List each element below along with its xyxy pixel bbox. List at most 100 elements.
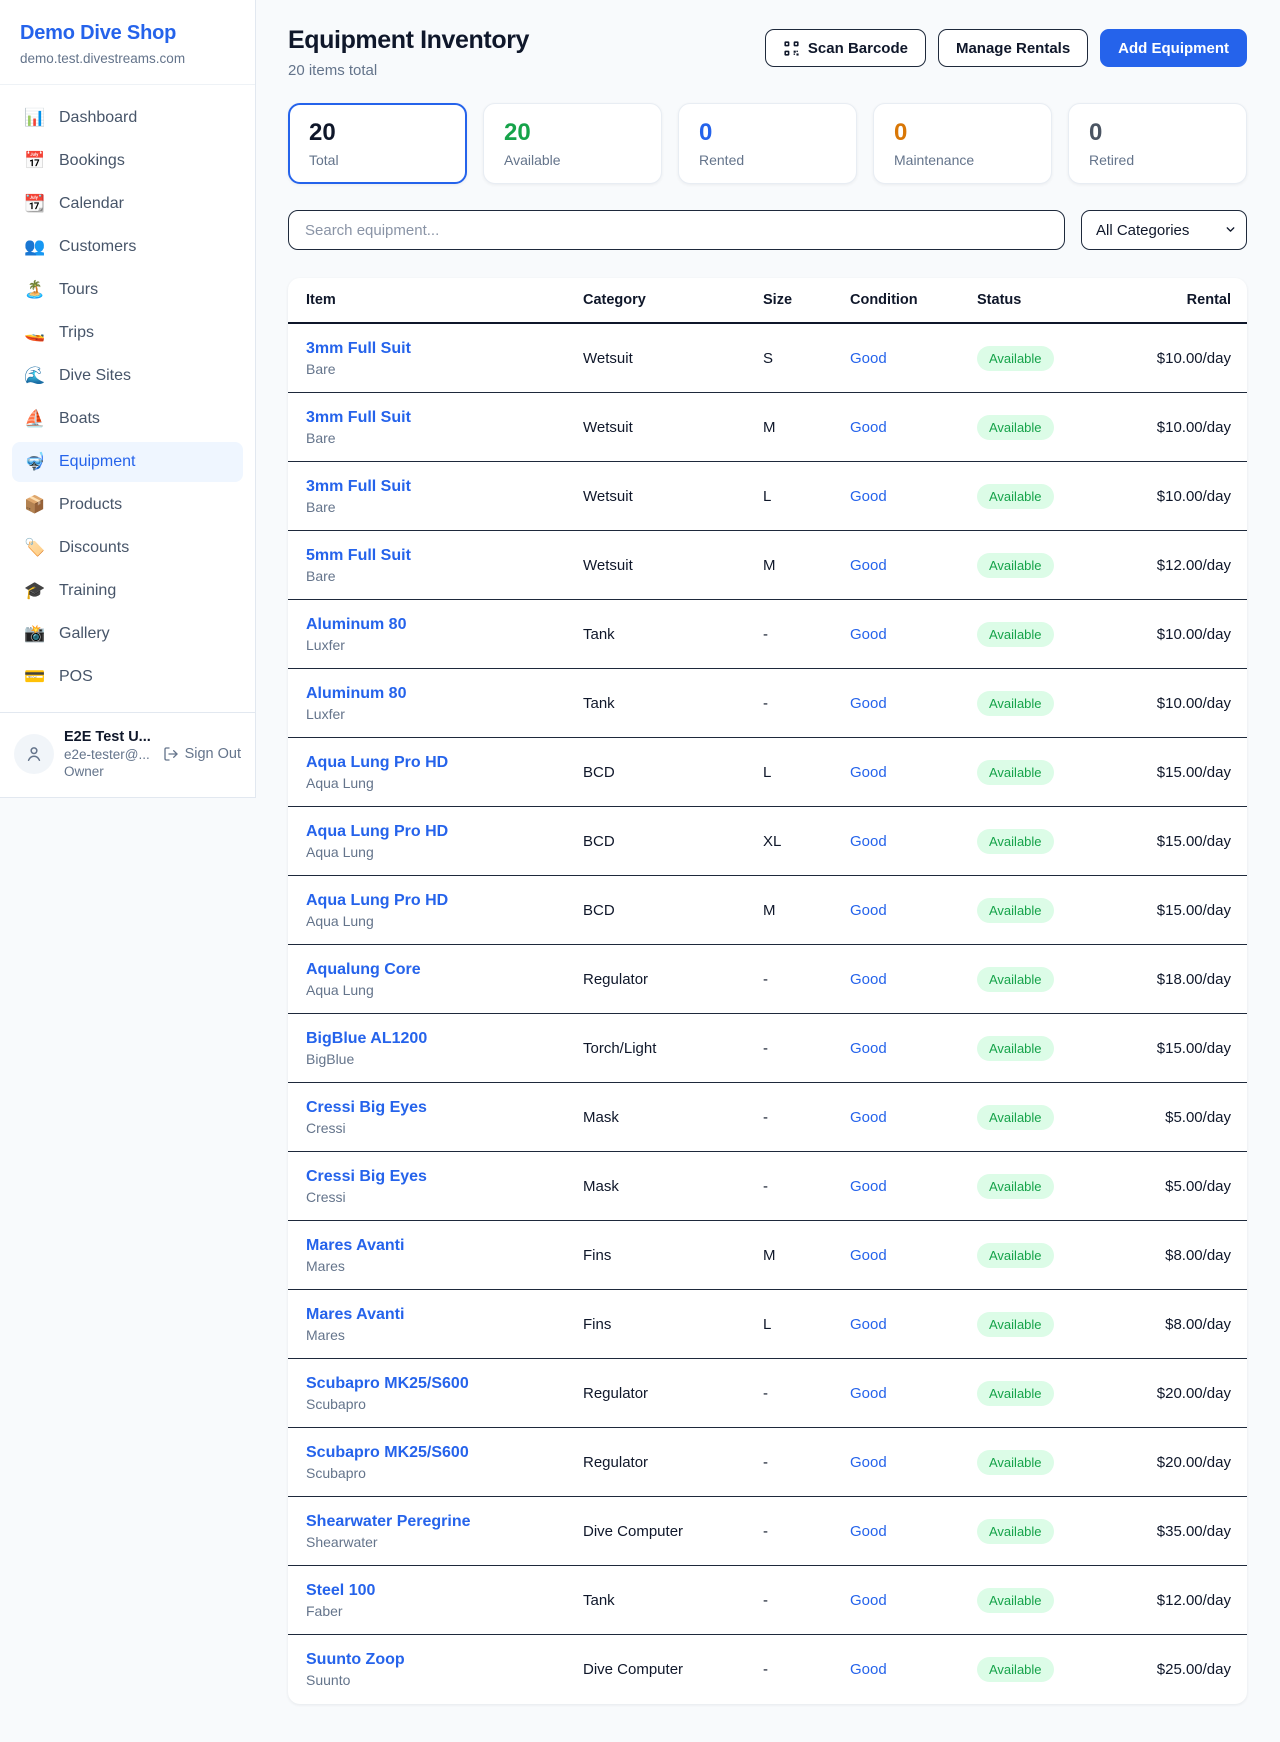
cell-category: BCD	[583, 902, 763, 919]
condition-link[interactable]: Good	[850, 695, 977, 712]
item-name-link[interactable]: Cressi Big Eyes	[306, 1099, 583, 1117]
stat-card[interactable]: 20 Available	[483, 103, 662, 184]
condition-link[interactable]: Good	[850, 1454, 977, 1471]
sidebar-item[interactable]: 🚤 Trips	[12, 313, 243, 353]
item-brand: Aqua Lung	[306, 844, 583, 860]
scan-barcode-button[interactable]: Scan Barcode	[765, 29, 926, 67]
condition-link[interactable]: Good	[850, 1178, 977, 1195]
item-name-link[interactable]: Scubapro MK25/S600	[306, 1375, 583, 1393]
sidebar-item[interactable]: ⛵ Boats	[12, 399, 243, 439]
table-row: Scubapro MK25/S600 Scubapro Regulator - …	[288, 1359, 1247, 1428]
sidebar-item[interactable]: 🎓 Training	[12, 571, 243, 611]
cell-rental: $10.00/day	[1127, 350, 1231, 367]
condition-link[interactable]: Good	[850, 488, 977, 505]
item-name-link[interactable]: 3mm Full Suit	[306, 409, 583, 427]
condition-link[interactable]: Good	[850, 557, 977, 574]
condition-link[interactable]: Good	[850, 1385, 977, 1402]
condition-link[interactable]: Good	[850, 626, 977, 643]
condition-link[interactable]: Good	[850, 1523, 977, 1540]
sidebar-item-icon: 📅	[24, 151, 46, 171]
item-name-link[interactable]: Aqua Lung Pro HD	[306, 754, 583, 772]
cell-category: Tank	[583, 1592, 763, 1609]
column-header-item: Item	[306, 292, 583, 308]
user-info: E2E Test U... e2e-tester@... Owner	[64, 729, 153, 779]
avatar	[14, 734, 54, 774]
sidebar-item-icon: 🤿	[24, 452, 46, 472]
condition-link[interactable]: Good	[850, 1316, 977, 1333]
item-name-link[interactable]: Mares Avanti	[306, 1306, 583, 1324]
cell-category: Wetsuit	[583, 350, 763, 367]
item-name-link[interactable]: Cressi Big Eyes	[306, 1168, 583, 1186]
search-input[interactable]	[288, 210, 1065, 250]
condition-link[interactable]: Good	[850, 1592, 977, 1609]
item-name-link[interactable]: Aqua Lung Pro HD	[306, 823, 583, 841]
item-name-link[interactable]: Shearwater Peregrine	[306, 1513, 583, 1531]
item-name-link[interactable]: Mares Avanti	[306, 1237, 583, 1255]
sidebar-item[interactable]: 🏝️ Tours	[12, 270, 243, 310]
condition-link[interactable]: Good	[850, 350, 977, 367]
sidebar-item[interactable]: 📅 Bookings	[12, 141, 243, 181]
sidebar-item[interactable]: 📦 Products	[12, 485, 243, 525]
item-name-link[interactable]: Aqua Lung Pro HD	[306, 892, 583, 910]
item-name-link[interactable]: Steel 100	[306, 1582, 583, 1600]
status-cell: Available	[977, 415, 1127, 440]
item-cell: Suunto Zoop Suunto	[306, 1651, 583, 1688]
sidebar-item[interactable]: 🌊 Dive Sites	[12, 356, 243, 396]
cell-size: L	[763, 488, 850, 505]
sidebar-item[interactable]: 📸 Gallery	[12, 614, 243, 654]
status-cell: Available	[977, 1312, 1127, 1337]
condition-link[interactable]: Good	[850, 1661, 977, 1678]
item-name-link[interactable]: Scubapro MK25/S600	[306, 1444, 583, 1462]
status-cell: Available	[977, 1519, 1127, 1544]
item-name-link[interactable]: Suunto Zoop	[306, 1651, 583, 1669]
condition-link[interactable]: Good	[850, 1040, 977, 1057]
item-name-link[interactable]: BigBlue AL1200	[306, 1030, 583, 1048]
table-row: Aqua Lung Pro HD Aqua Lung BCD XL Good A…	[288, 807, 1247, 876]
item-brand: Scubapro	[306, 1465, 583, 1481]
status-badge: Available	[977, 1036, 1054, 1061]
status-cell: Available	[977, 898, 1127, 923]
status-badge: Available	[977, 760, 1054, 785]
item-brand: Bare	[306, 361, 583, 377]
stat-card[interactable]: 20 Total	[288, 103, 467, 184]
condition-link[interactable]: Good	[850, 833, 977, 850]
manage-rentals-button[interactable]: Manage Rentals	[938, 29, 1088, 67]
condition-link[interactable]: Good	[850, 1247, 977, 1264]
sidebar-item[interactable]: 🏷️ Discounts	[12, 528, 243, 568]
condition-link[interactable]: Good	[850, 971, 977, 988]
sidebar-item[interactable]: 🤿 Equipment	[12, 442, 243, 482]
condition-link[interactable]: Good	[850, 764, 977, 781]
status-badge: Available	[977, 1381, 1054, 1406]
item-name-link[interactable]: 3mm Full Suit	[306, 478, 583, 496]
add-equipment-button[interactable]: Add Equipment	[1100, 29, 1247, 67]
sidebar-item[interactable]: 💳 POS	[12, 657, 243, 697]
stat-card[interactable]: 0 Rented	[678, 103, 857, 184]
sidebar-item-icon: 🎓	[24, 581, 46, 601]
item-name-link[interactable]: Aqualung Core	[306, 961, 583, 979]
item-name-link[interactable]: 3mm Full Suit	[306, 340, 583, 358]
condition-link[interactable]: Good	[850, 902, 977, 919]
sign-out-button[interactable]: Sign Out	[163, 746, 241, 762]
sidebar-item[interactable]: 👥 Customers	[12, 227, 243, 267]
stat-card[interactable]: 0 Retired	[1068, 103, 1247, 184]
condition-link[interactable]: Good	[850, 419, 977, 436]
item-name-link[interactable]: 5mm Full Suit	[306, 547, 583, 565]
item-name-link[interactable]: Aluminum 80	[306, 616, 583, 634]
column-header-rental: Rental	[1127, 292, 1231, 308]
category-select[interactable]: All Categories	[1081, 210, 1247, 250]
table-header-row: Item Category Size Condition Status Rent…	[288, 278, 1247, 324]
user-block: E2E Test U... e2e-tester@... Owner Sign …	[0, 712, 255, 797]
item-brand: Bare	[306, 499, 583, 515]
status-badge: Available	[977, 1519, 1054, 1544]
sidebar-item[interactable]: 📆 Calendar	[12, 184, 243, 224]
table-row: Scubapro MK25/S600 Scubapro Regulator - …	[288, 1428, 1247, 1497]
stat-card[interactable]: 0 Maintenance	[873, 103, 1052, 184]
condition-link[interactable]: Good	[850, 1109, 977, 1126]
table-row: Aluminum 80 Luxfer Tank - Good Available…	[288, 600, 1247, 669]
status-cell: Available	[977, 346, 1127, 371]
brand-title[interactable]: Demo Dive Shop	[20, 22, 235, 45]
sidebar-item[interactable]: 📊 Dashboard	[12, 98, 243, 138]
stat-label: Retired	[1089, 152, 1226, 168]
item-name-link[interactable]: Aluminum 80	[306, 685, 583, 703]
cell-rental: $15.00/day	[1127, 833, 1231, 850]
